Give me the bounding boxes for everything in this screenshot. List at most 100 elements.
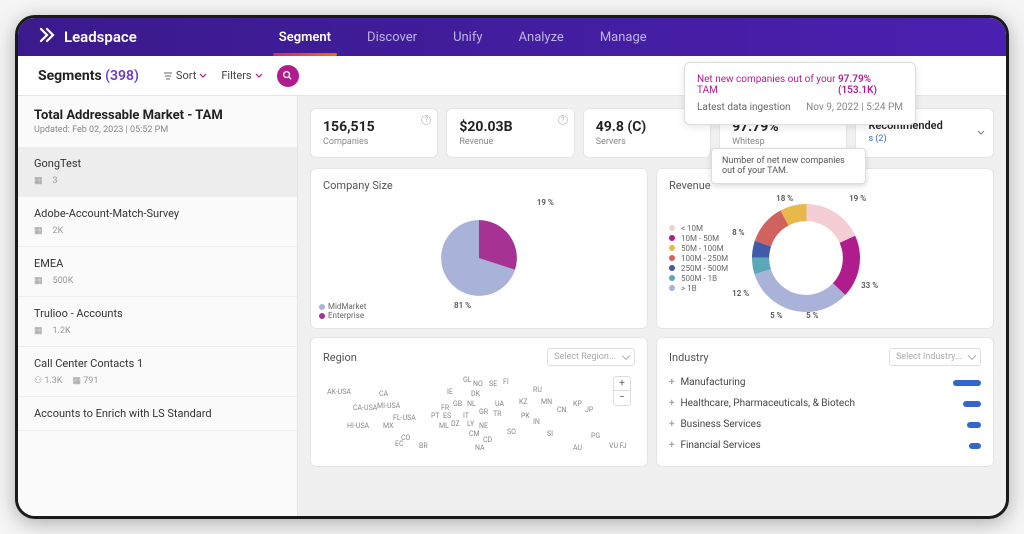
donut-label: 33 %	[861, 281, 878, 290]
kpi-revenue: ? $20.03B Revenue	[446, 108, 574, 158]
industry-item[interactable]: + Business Services	[669, 414, 981, 435]
map-label: CN	[557, 406, 567, 414]
company-size-panel: Company Size 81 % 19 % MidMarket Enterpr…	[310, 168, 648, 329]
expand-icon: +	[669, 419, 674, 430]
building-icon: ▦	[72, 376, 81, 386]
map-label: IN	[533, 418, 540, 426]
sort-button[interactable]: Sort	[163, 69, 207, 82]
topbar: Leadspace Segment Discover Unify Analyze…	[18, 18, 1006, 56]
map-label: PG	[591, 432, 600, 440]
search-button[interactable]	[277, 65, 299, 87]
map-label: MN	[541, 398, 552, 406]
legend-label: MidMarket	[328, 302, 366, 311]
map-label: CA-USA	[353, 404, 377, 412]
map-label: IT	[463, 412, 469, 420]
map-label: MX	[383, 422, 394, 430]
info-icon[interactable]: ?	[558, 115, 568, 125]
map-label: SO	[507, 428, 516, 436]
legend-label: 500M - 1B	[681, 274, 717, 283]
info-icon[interactable]: ?	[421, 115, 431, 125]
sidebar-item-meta: 1.3K	[44, 376, 62, 386]
donut-label: 5 %	[806, 311, 818, 320]
map-label: GR	[479, 408, 488, 416]
kpi-value: $20.03B	[459, 119, 561, 135]
popover-value-2: Nov 9, 2022 | 5:24 PM	[806, 102, 903, 113]
sidebar-item[interactable]: GongTest ▦3	[18, 147, 297, 197]
industry-name: Financial Services	[680, 440, 760, 451]
map-label: FL-USA	[393, 414, 416, 422]
sidebar-item[interactable]: Call Center Contacts 1 ⚇ 1.3K ▦ 791	[18, 347, 297, 397]
filters-button[interactable]: Filters	[221, 69, 262, 82]
map-label: NL	[467, 400, 476, 408]
nav-manage[interactable]: Manage	[586, 20, 661, 55]
ingestion-popover: Net new companies out of your TAM 97.79%…	[684, 62, 916, 125]
tablet-frame: Leadspace Segment Discover Unify Analyze…	[15, 15, 1009, 519]
chevron-down-icon	[199, 72, 207, 80]
map-label: KP	[573, 400, 582, 408]
segments-title: Segments (398)	[38, 68, 139, 84]
region-select[interactable]: Select Region...	[547, 348, 635, 366]
map-label: HI-USA	[347, 422, 369, 430]
kpi-value: 156,515	[323, 119, 425, 135]
filters-label: Filters	[221, 69, 251, 82]
expand-icon: +	[669, 440, 674, 451]
world-map[interactable]: + − AK-USA CA GL IE GB FR NO SE FI RU PT…	[323, 372, 635, 452]
subbar: Segments (398) Sort Filters Net new comp…	[18, 56, 1006, 96]
sidebar-item-name: GongTest	[34, 157, 281, 170]
map-label: CA	[379, 390, 388, 398]
map-label: PK	[521, 412, 530, 420]
building-icon: ▦	[34, 226, 43, 236]
sidebar-item-meta: 1.2K	[53, 326, 71, 336]
map-label: VU FJ	[609, 442, 627, 450]
industry-item[interactable]: + Financial Services	[669, 435, 981, 456]
sort-label: Sort	[176, 69, 196, 82]
popover-label-2: Latest data ingestion	[697, 102, 791, 113]
chevron-down-icon	[977, 129, 985, 137]
sidebar-item-name: Adobe-Account-Match-Survey	[34, 207, 281, 220]
kpi-label: Servers	[596, 137, 698, 147]
sidebar-item[interactable]: EMEA ▦500K	[18, 247, 297, 297]
building-icon: ▦	[34, 176, 43, 186]
recommended-sub: s (2)	[868, 134, 981, 144]
panel-title: Industry	[669, 351, 709, 364]
industry-name: Business Services	[680, 419, 761, 430]
pie-label: 19 %	[537, 198, 554, 207]
map-label: JP	[585, 406, 593, 414]
region-panel: Region Select Region... + − AK-USA CA GL…	[310, 337, 648, 467]
person-icon: ⚇	[34, 376, 42, 386]
map-label: AK-USA	[327, 388, 351, 396]
sidebar-item[interactable]: Accounts to Enrich with LS Standard	[18, 397, 297, 431]
map-label: RU	[533, 386, 542, 394]
popover-label-1: Net new companies out of your TAM	[697, 74, 838, 96]
building-icon: ▦	[34, 276, 43, 286]
expand-icon: +	[669, 377, 674, 388]
map-label: LY	[467, 420, 474, 428]
kpi-label: Companies	[323, 137, 425, 147]
industry-name: Manufacturing	[680, 377, 745, 388]
sidebar-item-meta: 2K	[53, 226, 64, 236]
donut-label: 8 %	[732, 228, 744, 237]
map-zoom: + −	[613, 376, 631, 406]
kpi-label: Revenue	[459, 137, 561, 147]
sidebar-item[interactable]: Trulioo - Accounts ▦1.2K	[18, 297, 297, 347]
kpi-value: 49.8 (C)	[596, 119, 698, 135]
chevron-down-icon	[255, 72, 263, 80]
panel-title: Region	[323, 351, 357, 364]
industry-item[interactable]: +Healthcare, Pharmaceuticals, & Biotech	[669, 393, 981, 414]
industry-select[interactable]: Select Industry...	[889, 348, 981, 366]
legend-label: 10M - 50M	[681, 234, 719, 243]
industry-item[interactable]: + Manufacturing	[669, 372, 981, 393]
sidebar-item[interactable]: Adobe-Account-Match-Survey ▦ 2K	[18, 197, 297, 247]
donut-label: 5 %	[770, 311, 782, 320]
company-size-legend: MidMarket Enterprise	[319, 302, 366, 320]
nav-unify[interactable]: Unify	[439, 20, 496, 55]
map-label: ES	[443, 412, 451, 420]
nav-analyze[interactable]: Analyze	[505, 20, 578, 55]
nav-segment[interactable]: Segment	[265, 20, 345, 55]
zoom-in-button[interactable]: +	[614, 377, 630, 391]
sort-icon	[163, 71, 173, 81]
zoom-out-button[interactable]: −	[614, 391, 630, 405]
sidebar-header: Total Addressable Market - TAM Updated: …	[18, 96, 297, 147]
nav-discover[interactable]: Discover	[353, 20, 431, 55]
map-label: FR	[441, 404, 449, 412]
